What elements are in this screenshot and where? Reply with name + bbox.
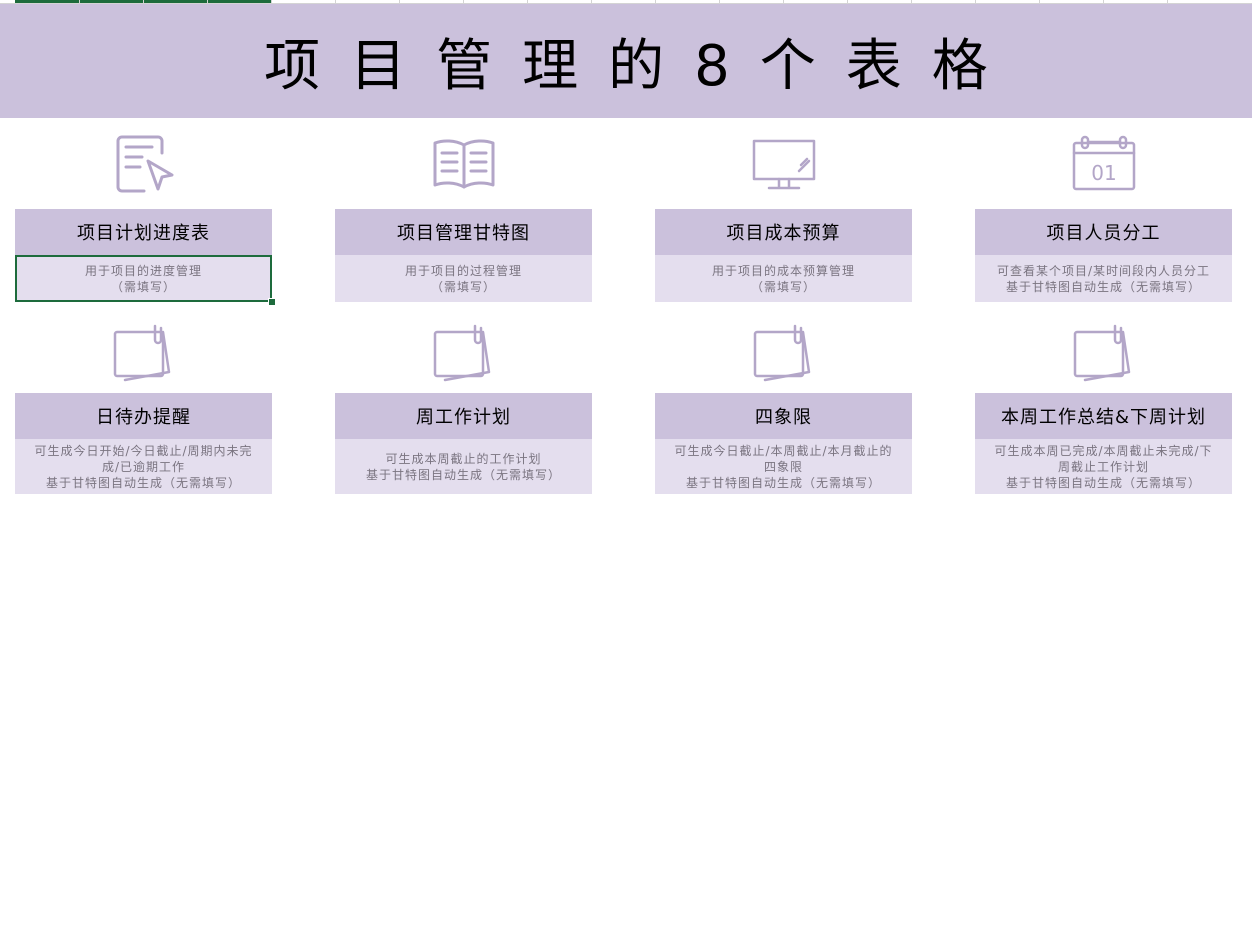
card-description[interactable]: 用于项目的过程管理 （需填写） [335,255,592,302]
calendar-icon: 01 [975,128,1232,198]
notes-clip-icon [655,318,912,388]
card-title: 项目成本预算 [655,209,912,255]
monitor-icon [655,128,912,198]
card-title: 项目计划进度表 [15,209,272,255]
card-title: 周工作计划 [335,393,592,439]
card-title: 本周工作总结&下周计划 [975,393,1232,439]
edit-document-icon [15,128,272,198]
open-book-icon [335,128,592,198]
card-title: 项目人员分工 [975,209,1232,255]
card-description[interactable]: 用于项目的进度管理 （需填写） [15,255,272,302]
card-description[interactable]: 可查看某个项目/某时间段内人员分工 基于甘特图自动生成（无需填写） [975,255,1232,302]
spreadsheet-canvas: 项目管理的8个表格 项目计划进度表 用于项目的进度管理 （需填写） 项目管理甘特… [0,0,1252,940]
calendar-date-text: 01 [1091,161,1116,185]
card-description[interactable]: 可生成今日开始/今日截止/周期内未完 成/已逾期工作 基于甘特图自动生成（无需填… [15,439,272,494]
card-description[interactable]: 可生成本周已完成/本周截止未完成/下 周截止工作计划 基于甘特图自动生成（无需填… [975,439,1232,494]
card-title: 项目管理甘特图 [335,209,592,255]
card-description[interactable]: 可生成本周截止的工作计划 基于甘特图自动生成（无需填写） [335,439,592,494]
card-description[interactable]: 用于项目的成本预算管理 （需填写） [655,255,912,302]
notes-clip-icon [335,318,592,388]
notes-clip-icon [15,318,272,388]
selection-fill-handle[interactable] [268,298,276,306]
card-title: 日待办提醒 [15,393,272,439]
page-title: 项目管理的8个表格 [264,33,1018,99]
card-description[interactable]: 可生成今日截止/本周截止/本月截止的 四象限 基于甘特图自动生成（无需填写） [655,439,912,494]
notes-clip-icon [975,318,1232,388]
card-title: 四象限 [655,393,912,439]
title-banner[interactable]: 项目管理的8个表格 [0,4,1252,118]
